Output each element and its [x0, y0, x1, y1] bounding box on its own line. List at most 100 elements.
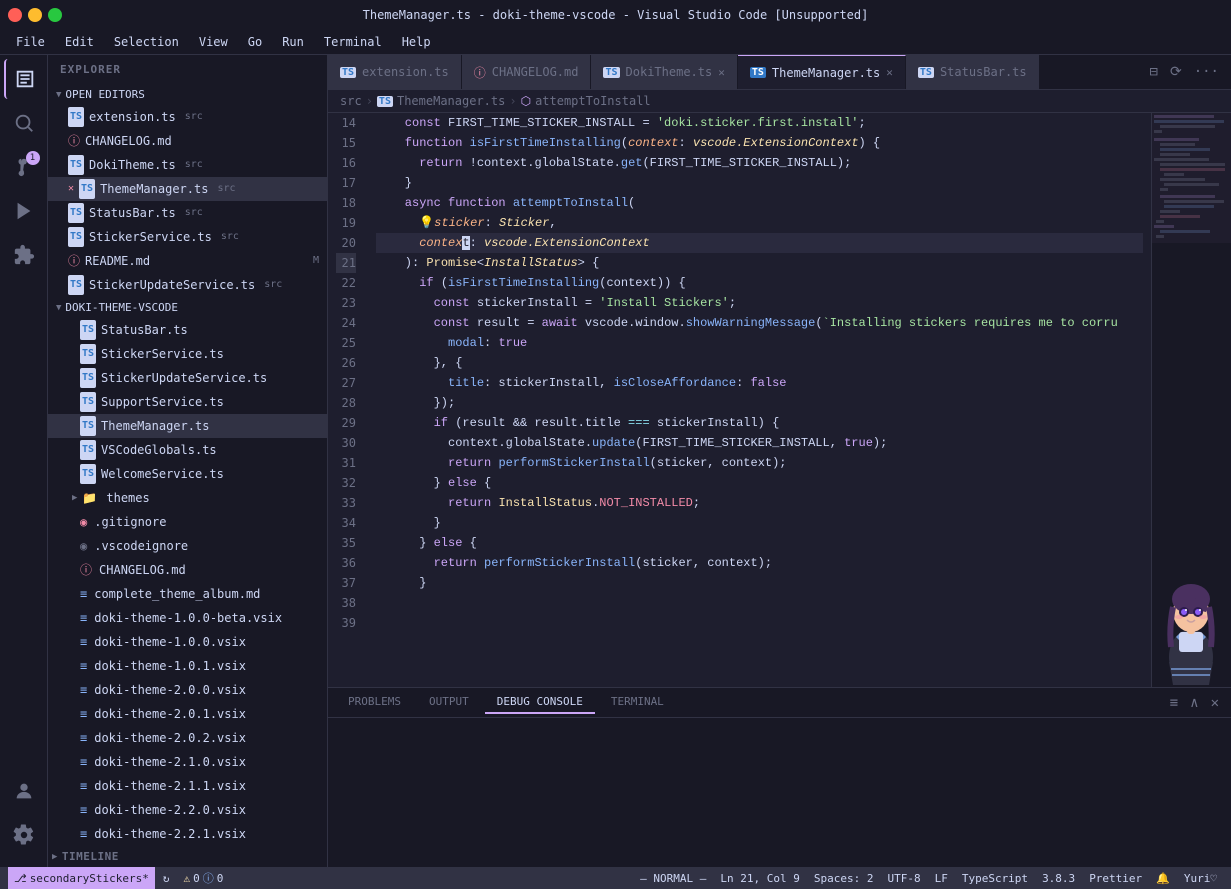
project-supportservice[interactable]: TS SupportService.ts — [48, 390, 327, 414]
project-gitignore[interactable]: ◉ .gitignore — [48, 510, 327, 534]
line-numbers: 14 15 16 17 18 19 20 21 22 23 24 25 26 2… — [328, 113, 368, 687]
vsix-icon: ≡ — [80, 680, 87, 700]
open-editor-changelog[interactable]: ⓘ CHANGELOG.md — [48, 129, 327, 153]
breadcrumb-func[interactable]: attemptToInstall — [535, 94, 651, 108]
menu-file[interactable]: File — [8, 33, 53, 51]
panel-tab-debug-console[interactable]: DEBUG CONSOLE — [485, 691, 595, 714]
menu-selection[interactable]: Selection — [106, 33, 187, 51]
doki-character — [1151, 547, 1231, 687]
activity-settings[interactable] — [4, 815, 44, 855]
status-language[interactable]: TypeScript — [956, 867, 1034, 889]
menu-edit[interactable]: Edit — [57, 33, 102, 51]
minimize-button[interactable]: − — [28, 8, 42, 22]
project-vsix-6[interactable]: ≡ doki-theme-2.0.2.vsix — [48, 726, 327, 750]
status-line-ending[interactable]: LF — [929, 867, 954, 889]
status-cursor-position[interactable]: Ln 21, Col 9 — [714, 867, 805, 889]
project-filename: doki-theme-2.0.2.vsix — [94, 728, 246, 748]
maximize-button[interactable]: □ — [48, 8, 62, 22]
code-editor[interactable]: 14 15 16 17 18 19 20 21 22 23 24 25 26 2… — [328, 113, 1151, 687]
project-vsix-8[interactable]: ≡ doki-theme-2.1.1.vsix — [48, 774, 327, 798]
panel-clear-icon[interactable]: ≡ — [1166, 693, 1182, 713]
breadcrumb-file[interactable]: ThemeManager.ts — [397, 94, 505, 108]
panel-tab-terminal[interactable]: TERMINAL — [599, 691, 676, 714]
project-vsix-4[interactable]: ≡ doki-theme-2.0.0.vsix — [48, 678, 327, 702]
ts-file-icon: TS — [80, 416, 96, 436]
panel-tab-output[interactable]: OUTPUT — [417, 691, 481, 714]
project-statusbar[interactable]: TS StatusBar.ts — [48, 318, 327, 342]
tab-dokitheme[interactable]: TS DokiTheme.ts ✕ — [591, 55, 737, 90]
code-line-23: if (isFirstTimeInstalling(context)) { — [376, 273, 1143, 293]
activity-source-control[interactable]: 1 — [4, 147, 44, 187]
timeline-section[interactable]: ▶ TIMELINE — [48, 846, 327, 867]
more-actions-icon[interactable]: ⟳ — [1166, 60, 1186, 84]
menu-view[interactable]: View — [191, 33, 236, 51]
overflow-icon[interactable]: ··· — [1190, 60, 1223, 84]
status-prettier[interactable]: Prettier — [1083, 867, 1148, 889]
open-editor-dokitheme[interactable]: TS DokiTheme.ts src — [48, 153, 327, 177]
project-vsix-5[interactable]: ≡ doki-theme-2.0.1.vsix — [48, 702, 327, 726]
open-editor-extension-ts[interactable]: TS extension.ts src — [48, 105, 327, 129]
project-vsix-10[interactable]: ≡ doki-theme-2.2.1.vsix — [48, 822, 327, 846]
close-button[interactable]: ✕ — [8, 8, 22, 22]
menu-go[interactable]: Go — [240, 33, 270, 51]
status-branch[interactable]: ⎇ secondaryStickers* — [8, 867, 155, 889]
tab-close-icon[interactable]: ✕ — [718, 66, 725, 79]
status-encoding[interactable]: UTF-8 — [881, 867, 926, 889]
project-thememanager[interactable]: TS ThemeManager.ts — [48, 414, 327, 438]
breadcrumb-src[interactable]: src — [340, 94, 362, 108]
panel-tab-problems[interactable]: PROBLEMS — [336, 691, 413, 714]
project-vscodeglobals[interactable]: TS VSCodeGlobals.ts — [48, 438, 327, 462]
menu-terminal[interactable]: Terminal — [316, 33, 390, 51]
project-themes-folder[interactable]: ▶ 📁 themes — [48, 486, 327, 510]
status-ts-version[interactable]: 3.8.3 — [1036, 867, 1081, 889]
status-sync[interactable]: ↻ — [157, 867, 176, 889]
code-content[interactable]: const FIRST_TIME_STICKER_INSTALL = 'doki… — [368, 113, 1151, 687]
tab-thememanager[interactable]: TS ThemeManager.ts ✕ — [738, 55, 906, 90]
project-vsix-3[interactable]: ≡ doki-theme-1.0.1.vsix — [48, 654, 327, 678]
status-vim-mode[interactable]: – NORMAL – — [634, 867, 712, 889]
project-theme-album[interactable]: ≡ complete_theme_album.md — [48, 582, 327, 606]
project-stickerservice[interactable]: TS StickerService.ts — [48, 342, 327, 366]
folder-icon: 📁 — [82, 488, 97, 508]
code-line-16: return !context.globalState.get(FIRST_TI… — [376, 153, 1143, 173]
panel-close-icon[interactable]: ✕ — [1207, 693, 1223, 713]
status-warnings[interactable]: ⚠ 0 ⓘ 0 — [178, 867, 230, 889]
panel-collapse-icon[interactable]: ∧ — [1186, 693, 1202, 713]
tab-label: extension.ts — [362, 65, 449, 79]
window-controls[interactable]: ✕ − □ — [8, 8, 62, 22]
activity-explorer[interactable] — [4, 59, 44, 99]
project-changelog[interactable]: ⓘ CHANGELOG.md — [48, 558, 327, 582]
project-welcomeservice[interactable]: TS WelcomeService.ts — [48, 462, 327, 486]
tab-statusbar[interactable]: TS StatusBar.ts — [906, 55, 1040, 90]
project-vsix-9[interactable]: ≡ doki-theme-2.2.0.vsix — [48, 798, 327, 822]
split-editor-icon[interactable]: ⊟ — [1146, 60, 1162, 84]
open-editor-stickerservice[interactable]: TS StickerService.ts src — [48, 225, 327, 249]
project-header[interactable]: ▼ DOKI-THEME-VSCODE — [48, 297, 327, 318]
project-stickerupdateservice[interactable]: TS StickerUpdateService.ts — [48, 366, 327, 390]
tab-changelog[interactable]: ⓘ CHANGELOG.md — [462, 55, 592, 90]
open-editor-sticker-update[interactable]: TS StickerUpdateService.ts src — [48, 273, 327, 297]
status-user[interactable]: Yuri♡ — [1178, 867, 1223, 889]
project-vscodeignore[interactable]: ◉ .vscodeignore — [48, 534, 327, 558]
open-editors-header[interactable]: ▼ OPEN EDITORS — [48, 84, 327, 105]
activity-extensions[interactable] — [4, 235, 44, 275]
activity-search[interactable] — [4, 103, 44, 143]
tab-close-icon[interactable]: ✕ — [886, 66, 893, 79]
tab-ts-icon: TS — [918, 67, 934, 78]
open-editor-readme[interactable]: ⓘ README.md M — [48, 249, 327, 273]
menu-help[interactable]: Help — [394, 33, 439, 51]
open-editor-thememanager[interactable]: ✕ TS ThemeManager.ts src — [48, 177, 327, 201]
project-vsix-2[interactable]: ≡ doki-theme-1.0.0.vsix — [48, 630, 327, 654]
project-vsix-1[interactable]: ≡ doki-theme-1.0.0-beta.vsix — [48, 606, 327, 630]
project-vsix-7[interactable]: ≡ doki-theme-2.1.0.vsix — [48, 750, 327, 774]
menu-run[interactable]: Run — [274, 33, 312, 51]
activity-account[interactable] — [4, 771, 44, 811]
tab-extension-ts[interactable]: TS extension.ts — [328, 55, 462, 90]
activity-run[interactable] — [4, 191, 44, 231]
open-editor-statusbar[interactable]: TS StatusBar.ts src — [48, 201, 327, 225]
close-icon[interactable]: ✕ — [68, 179, 74, 199]
ts-file-icon: TS — [80, 368, 96, 388]
status-notification[interactable]: 🔔 — [1150, 867, 1176, 889]
panel-content[interactable] — [328, 718, 1231, 867]
status-indentation[interactable]: Spaces: 2 — [808, 867, 880, 889]
